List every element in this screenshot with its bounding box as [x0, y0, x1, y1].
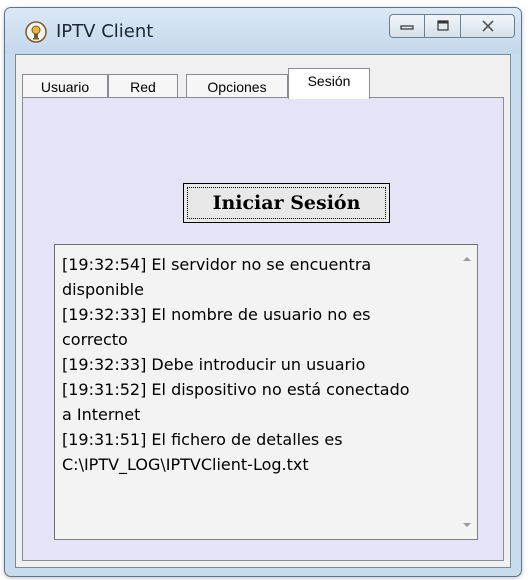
iptv-app-icon: [25, 21, 47, 43]
title-bar[interactable]: IPTV Client: [5, 8, 521, 54]
log-line: a Internet: [62, 405, 141, 424]
login-button[interactable]: Iniciar Sesión: [183, 183, 390, 223]
log-scrollbar[interactable]: [457, 245, 477, 539]
tab-red[interactable]: Red: [108, 74, 178, 98]
log-textarea[interactable]: [19:32:54] El servidor no se encuentra d…: [54, 244, 478, 540]
tab-sesion[interactable]: Sesión: [288, 68, 370, 99]
maximize-button[interactable]: [425, 14, 461, 38]
log-line: [19:32:33] El nombre de usuario no es: [62, 305, 371, 324]
scroll-up-arrow-icon[interactable]: [457, 251, 477, 267]
close-icon: [481, 20, 494, 32]
window-title: IPTV Client: [56, 21, 154, 42]
log-line: [19:32:33] Debe introducir un usuario: [62, 355, 366, 374]
scroll-down-arrow-icon[interactable]: [457, 517, 477, 533]
log-lines: [19:32:54] El servidor no se encuentra d…: [62, 252, 447, 477]
minimize-icon: [400, 25, 414, 30]
close-button[interactable]: [461, 14, 515, 38]
log-line: C:\IPTV_LOG\IPTVClient-Log.txt: [62, 455, 309, 474]
log-line: disponible: [62, 280, 144, 299]
client-area: Usuario Red Opciones Sesión Iniciar Sesi…: [15, 54, 511, 568]
log-line: [19:31:51] El fichero de detalles es: [62, 430, 343, 449]
log-line: correcto: [62, 330, 128, 349]
app-window: IPTV Client Usuario Red Opciones Sesión …: [4, 7, 522, 577]
session-tab-panel: Iniciar Sesión [19:32:54] El servidor no…: [22, 97, 504, 561]
log-line: [19:32:54] El servidor no se encuentra: [62, 255, 372, 274]
caption-buttons: [389, 14, 515, 38]
log-line: [19:31:52] El dispositivo no está conect…: [62, 380, 410, 399]
tab-opciones[interactable]: Opciones: [186, 74, 288, 98]
maximize-icon: [436, 20, 449, 31]
tab-usuario[interactable]: Usuario: [22, 74, 108, 98]
minimize-button[interactable]: [389, 14, 425, 38]
